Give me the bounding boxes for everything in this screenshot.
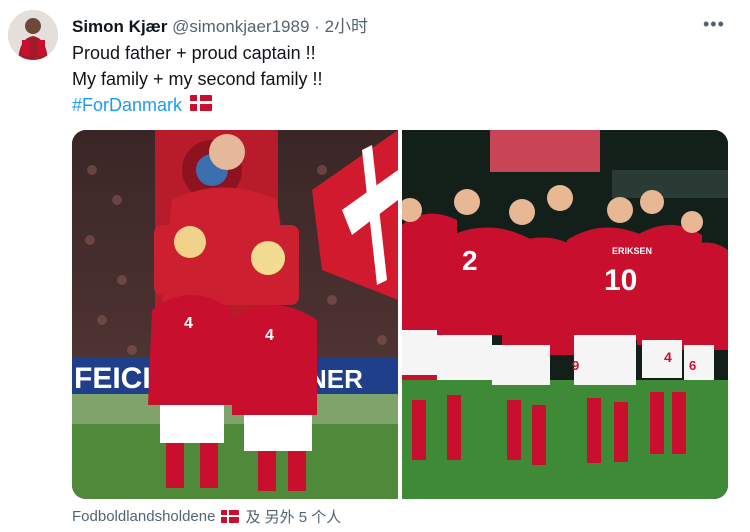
hashtag-link[interactable]: #ForDanmark [72, 95, 182, 115]
denmark-flag-icon [221, 510, 240, 523]
tagged-account-name[interactable]: Fodboldlandsholdene [72, 508, 215, 525]
media-grid: FEICIT NER 4 4 2 10 4 6 9 ERIKSEN [72, 130, 728, 499]
right-shirt-number-1: 2 [462, 245, 478, 276]
right-shirt-number-2: 10 [604, 264, 637, 297]
right-shirt-number-4: 6 [689, 358, 696, 373]
tweet-line-1: Proud father + proud captain !! [72, 43, 316, 63]
separator-dot: · [314, 17, 320, 36]
tweet-text: Proud father + proud captain !! My famil… [72, 40, 323, 118]
timestamp[interactable]: 2小时 [325, 17, 368, 36]
left-shirt-number-1: 4 [184, 315, 193, 332]
avatar[interactable] [8, 10, 58, 60]
avatar-photo-icon [8, 10, 58, 60]
hashtag-line: #ForDanmark [72, 92, 323, 118]
tagged-others[interactable]: 及 另外 5 个人 [245, 506, 341, 527]
right-shirt-number-5: 9 [572, 358, 579, 373]
tweet-line-2: My family + my second family !! [72, 69, 323, 89]
photo-right[interactable]: 2 10 4 6 9 ERIKSEN [402, 130, 728, 499]
tagged-accounts[interactable]: Fodboldlandsholdene 及 另外 5 个人 [72, 506, 341, 527]
more-options-icon[interactable]: ••• [703, 14, 725, 35]
author-name[interactable]: Simon Kjær [72, 17, 167, 36]
photo-team-celebration-icon: 2 10 4 6 9 ERIKSEN [402, 130, 728, 499]
left-shirt-number-2: 4 [265, 327, 274, 344]
photo-left[interactable]: FEICIT NER 4 4 [72, 130, 398, 499]
tweet-header: Simon Kjær @simonkjaer1989 · 2小时 [72, 12, 368, 37]
right-shirt-name: ERIKSEN [612, 246, 652, 256]
denmark-flag-icon [190, 95, 213, 111]
right-shirt-number-3: 4 [664, 349, 672, 365]
author-handle[interactable]: @simonkjaer1989 [172, 17, 309, 36]
photo-father-kids-icon: FEICIT NER 4 4 [72, 130, 398, 499]
